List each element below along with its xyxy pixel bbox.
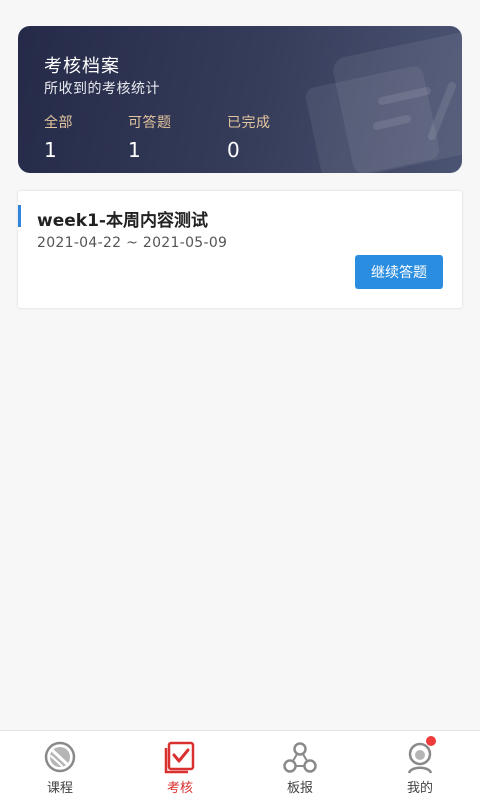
stat-value: 0 (227, 138, 240, 162)
stats-title: 考核档案 (44, 56, 120, 77)
stat-value: 1 (128, 138, 141, 162)
tab-label: 课程 (46, 781, 73, 796)
tab-label: 考核 (166, 781, 193, 796)
notification-badge (426, 736, 436, 746)
tab-course[interactable]: 课程 (0, 731, 120, 800)
tab-label: 我的 (406, 781, 433, 796)
stat-completed[interactable]: 已完成 0 (227, 112, 271, 162)
tab-bulletin[interactable]: 板报 (240, 731, 360, 800)
share-icon (283, 742, 317, 773)
bottom-tab-bar: 课程 考核 板报 我的 (0, 730, 480, 800)
tab-label: 板报 (286, 781, 313, 796)
stats-subtitle: 所收到的考核统计 (44, 81, 160, 97)
exam-accent-bar (18, 205, 21, 227)
continue-answering-button[interactable]: 继续答题 (355, 255, 443, 289)
exam-page: 考核档案 所收到的考核统计 全部 1 可答题 1 已完成 0 week1-本周内… (0, 0, 480, 800)
stat-value: 1 (44, 138, 57, 162)
tab-profile[interactable]: 我的 (360, 731, 480, 800)
stat-label: 全部 (44, 115, 73, 131)
course-icon (44, 741, 76, 773)
exam-list-item[interactable]: week1-本周内容测试 2021-04-22 ~ 2021-05-09 继续答… (18, 191, 462, 308)
exam-stats-card: 考核档案 所收到的考核统计 全部 1 可答题 1 已完成 0 (18, 26, 462, 173)
exam-title: week1-本周内容测试 (37, 211, 208, 231)
stat-all[interactable]: 全部 1 (44, 112, 73, 162)
exam-date-range: 2021-04-22 ~ 2021-05-09 (37, 235, 228, 251)
tab-exam[interactable]: 考核 (120, 731, 240, 800)
stat-label: 已完成 (227, 115, 271, 131)
exam-icon (164, 741, 195, 774)
profile-icon (407, 742, 433, 774)
document-decoration-icon (305, 31, 462, 173)
stat-label: 可答题 (128, 115, 172, 131)
stat-answerable[interactable]: 可答题 1 (128, 112, 172, 162)
